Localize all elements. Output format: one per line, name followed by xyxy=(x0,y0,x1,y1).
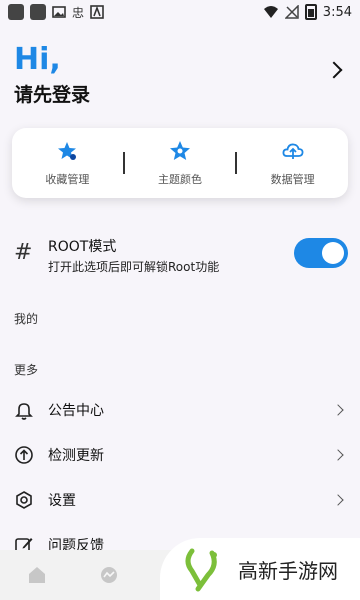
root-mode-row[interactable]: # ROOT模式 打开此选项后即可解锁Root功能 xyxy=(14,232,348,278)
menu-label: 公告中心 xyxy=(48,403,104,419)
notification-icon xyxy=(8,4,24,20)
bell-icon xyxy=(15,403,33,420)
card-label: 数据管理 xyxy=(270,173,315,186)
star-pin-icon xyxy=(58,142,77,160)
home-icon[interactable] xyxy=(26,564,48,586)
app-a-icon xyxy=(90,5,104,19)
no-signal-icon xyxy=(284,5,299,19)
notification-icon xyxy=(30,4,46,20)
chevron-right-icon xyxy=(332,494,344,506)
status-bar: 忠 3:54 xyxy=(0,0,360,24)
menu-label: 设置 xyxy=(48,493,76,509)
watermark-text: 高新手游网 xyxy=(238,558,338,583)
star-badge-icon xyxy=(170,141,190,160)
image-icon xyxy=(52,6,66,18)
watermark-logo-icon xyxy=(185,548,217,592)
battery-icon xyxy=(304,4,317,20)
arrow-up-circle-icon xyxy=(15,446,33,464)
data-manage-button[interactable]: 数据管理 xyxy=(237,139,348,187)
card-label: 主题颜色 xyxy=(158,173,202,186)
root-mode-subtitle: 打开此选项后即可解锁Root功能 xyxy=(48,260,220,274)
toggle-knob xyxy=(322,242,344,264)
hexagon-gear-icon xyxy=(16,491,32,509)
clock: 3:54 xyxy=(322,4,352,20)
root-mode-title: ROOT模式 xyxy=(48,239,117,255)
chat-icon[interactable] xyxy=(98,564,120,586)
greeting: Hi, xyxy=(14,42,61,77)
app-glyph: 忠 xyxy=(72,5,85,20)
quick-actions-card: 收藏管理 主题颜色 数据管理 xyxy=(12,128,348,198)
login-prompt[interactable]: 请先登录 xyxy=(14,80,346,107)
chevron-right-icon xyxy=(332,404,344,416)
card-label: 收藏管理 xyxy=(45,173,90,186)
menu-item-announcements[interactable]: 公告中心 xyxy=(14,392,346,428)
section-more: 更多 xyxy=(14,363,39,377)
favorites-manage-button[interactable]: 收藏管理 xyxy=(12,139,123,187)
theme-color-button[interactable]: 主题颜色 xyxy=(125,139,236,187)
login-header[interactable]: Hi, 请先登录 xyxy=(14,44,346,114)
chevron-right-icon xyxy=(332,449,344,461)
watermark: 高新手游网 xyxy=(160,538,360,600)
cloud-icon xyxy=(282,143,304,159)
section-mine: 我的 xyxy=(14,312,39,326)
root-mode-toggle[interactable] xyxy=(294,238,348,268)
menu-item-check-update[interactable]: 检测更新 xyxy=(14,437,346,473)
hash-icon: # xyxy=(14,240,33,265)
menu-label: 检测更新 xyxy=(48,448,104,464)
menu-item-settings[interactable]: 设置 xyxy=(14,482,346,518)
wifi-icon xyxy=(263,6,278,18)
